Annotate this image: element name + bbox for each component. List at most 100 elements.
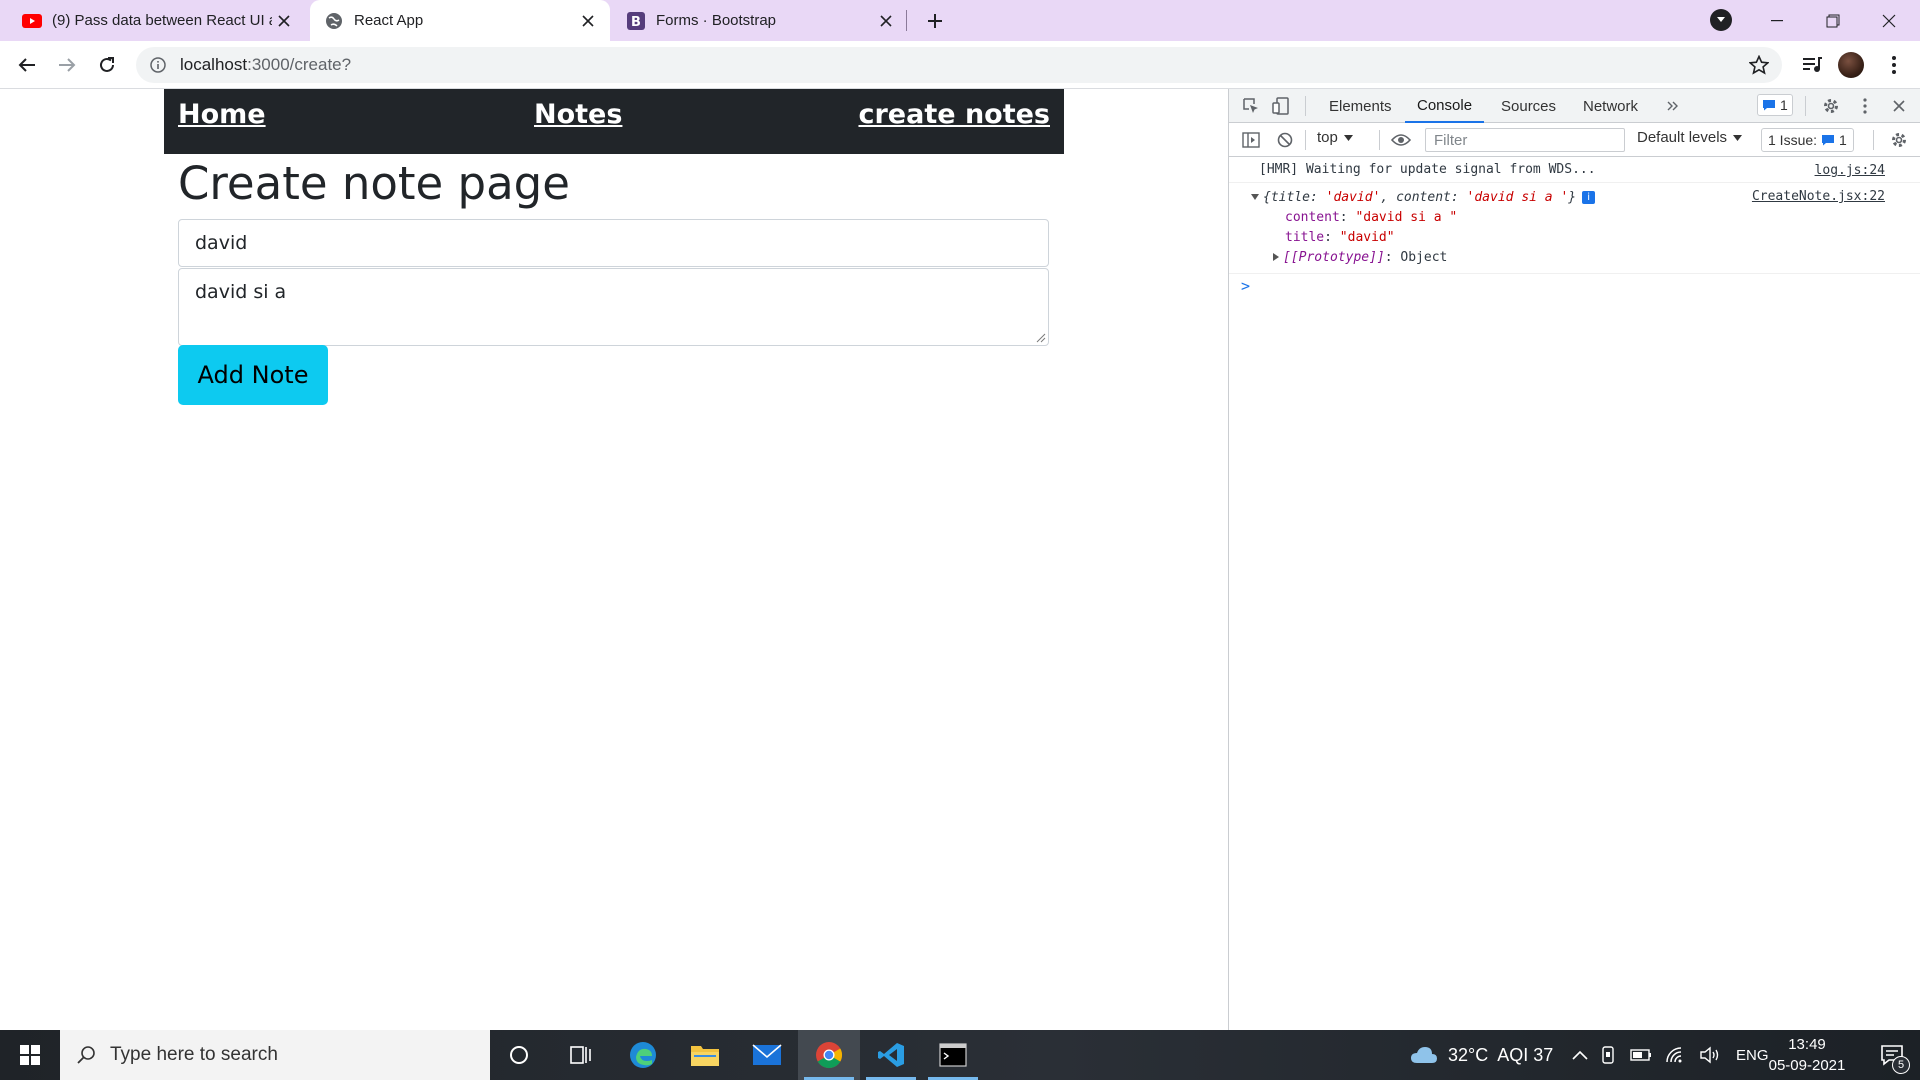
taskbar-edge[interactable] [612,1030,674,1080]
log-levels-dropdown[interactable]: Default levels [1637,129,1743,146]
volume-icon[interactable] [1700,1046,1722,1064]
add-note-button[interactable]: Add Note [178,345,328,405]
note-content-textarea[interactable]: david si a [178,268,1049,346]
messages-badge[interactable]: 1 [1757,94,1793,116]
tab-search-button[interactable] [1710,9,1732,31]
devtools-tab-network[interactable]: Network [1583,89,1638,123]
chrome-icon [816,1042,843,1069]
taskbar-clock[interactable]: 13:49 05-09-2021 [1762,1034,1852,1076]
log-levels-label: Default levels [1637,129,1728,146]
bookmark-star-icon[interactable] [1748,54,1770,76]
page-title: Create note page [178,157,570,210]
taskbar-mail[interactable] [736,1030,798,1080]
minimize-button[interactable] [1754,0,1800,41]
live-expression-eye-icon[interactable] [1389,128,1413,152]
devtools-tab-elements[interactable]: Elements [1329,89,1392,123]
console-output: [HMR] Waiting for update signal from WDS… [1229,157,1920,298]
clock-date: 05-09-2021 [1768,1057,1846,1074]
clock-time: 13:49 [1788,1036,1826,1053]
new-tab-button[interactable] [920,6,950,36]
info-icon[interactable]: i [1582,190,1596,204]
show-hidden-icons-button[interactable] [1572,1030,1588,1080]
context-selector[interactable]: top [1317,129,1353,146]
console-message: [HMR] Waiting for update signal from WDS… [1229,157,1920,183]
weather-widget[interactable]: 32°C AQI 37 [1410,1030,1553,1080]
tray-icons: ENG [1600,1030,1769,1080]
messages-count: 1 [1780,97,1788,113]
sidebar-toggle-icon[interactable] [1239,128,1263,152]
object-prototype-row[interactable]: [[Prototype]]: Object [1259,247,1920,267]
nav-link-notes[interactable]: Notes [534,99,622,130]
tab-title: Forms · Bootstrap [656,12,777,29]
prompt-chevron-icon: > [1241,277,1251,295]
vscode-icon [878,1043,904,1067]
taskbar-terminal[interactable] [922,1030,984,1080]
devtools-tab-sources[interactable]: Sources [1501,89,1556,123]
start-button[interactable] [0,1030,60,1080]
windows-taskbar: Type here to search 32°C AQI 37 ENG 13:4… [0,1030,1920,1080]
more-tabs-icon[interactable] [1661,94,1685,118]
browser-menu-icon[interactable] [1878,49,1910,81]
close-window-button[interactable] [1866,0,1912,41]
console-filter-input[interactable]: Filter [1425,128,1625,152]
taskbar-chrome[interactable] [798,1030,860,1080]
nav-link-home[interactable]: Home [178,99,266,130]
action-center-button[interactable]: 5 [1864,1030,1920,1080]
console-prompt[interactable]: > [1229,274,1920,298]
media-control-icon[interactable] [1796,49,1828,81]
settings-gear-icon[interactable] [1819,94,1843,118]
globe-icon [324,11,344,31]
note-title-input[interactable]: david [178,219,1049,267]
clear-console-icon[interactable] [1273,128,1297,152]
note-content-value: david si a [195,281,287,303]
resize-grip-icon[interactable] [1034,331,1046,343]
toolbar-divider [1805,96,1806,116]
terminal-icon [939,1043,967,1067]
inspect-element-icon[interactable] [1239,94,1263,118]
task-view-button[interactable] [550,1030,612,1080]
taskbar-vscode[interactable] [860,1030,922,1080]
object-property-row: title: "david" [1285,229,1395,245]
battery-icon[interactable] [1630,1049,1652,1061]
close-icon[interactable] [874,9,898,33]
wifi-icon[interactable] [1666,1047,1686,1063]
taskbar-file-explorer[interactable] [674,1030,736,1080]
expand-triangle-icon[interactable] [1273,253,1279,261]
tab-react-app[interactable]: React App [310,0,610,41]
issues-label: 1 Issue: [1768,132,1818,148]
cloud-icon [1411,1047,1437,1063]
tab-youtube[interactable]: (9) Pass data between React UI and [8,0,308,41]
cortana-button[interactable] [488,1030,550,1080]
console-settings-gear-icon[interactable] [1887,128,1911,152]
device-icon[interactable] [1600,1046,1616,1064]
devtools-tab-console[interactable]: Console [1405,89,1485,123]
bootstrap-icon: B [626,11,646,31]
close-icon[interactable] [272,9,296,33]
address-bar[interactable]: localhost:3000/create? [136,47,1782,83]
object-property-row: content: "david si a " [1285,209,1458,225]
device-toolbar-icon[interactable] [1269,94,1293,118]
toolbar-divider [1873,130,1874,150]
taskbar-search-box[interactable]: Type here to search [60,1030,490,1080]
edge-icon [630,1042,656,1068]
devtools-menu-icon[interactable] [1853,94,1877,118]
tab-bootstrap[interactable]: B Forms · Bootstrap [612,0,908,41]
forward-button[interactable] [51,49,83,81]
svg-text:B: B [631,15,641,30]
close-icon[interactable] [576,9,600,33]
source-link[interactable]: log.js:24 [1815,163,1885,178]
restore-button[interactable] [1810,0,1856,41]
close-devtools-icon[interactable] [1887,94,1911,118]
youtube-icon [22,11,42,31]
nav-link-create-notes[interactable]: create notes [858,99,1050,130]
expand-triangle-icon[interactable] [1251,194,1259,200]
profile-avatar[interactable] [1838,52,1864,78]
issues-button[interactable]: 1 Issue: 1 [1761,128,1854,152]
info-icon[interactable] [148,55,168,75]
message-icon [1763,100,1775,111]
reload-button[interactable] [91,49,123,81]
weather-text: 32°C AQI 37 [1448,1044,1554,1065]
back-button[interactable] [11,49,43,81]
notification-count: 5 [1892,1056,1910,1074]
source-link[interactable]: CreateNote.jsx:22 [1752,189,1885,204]
